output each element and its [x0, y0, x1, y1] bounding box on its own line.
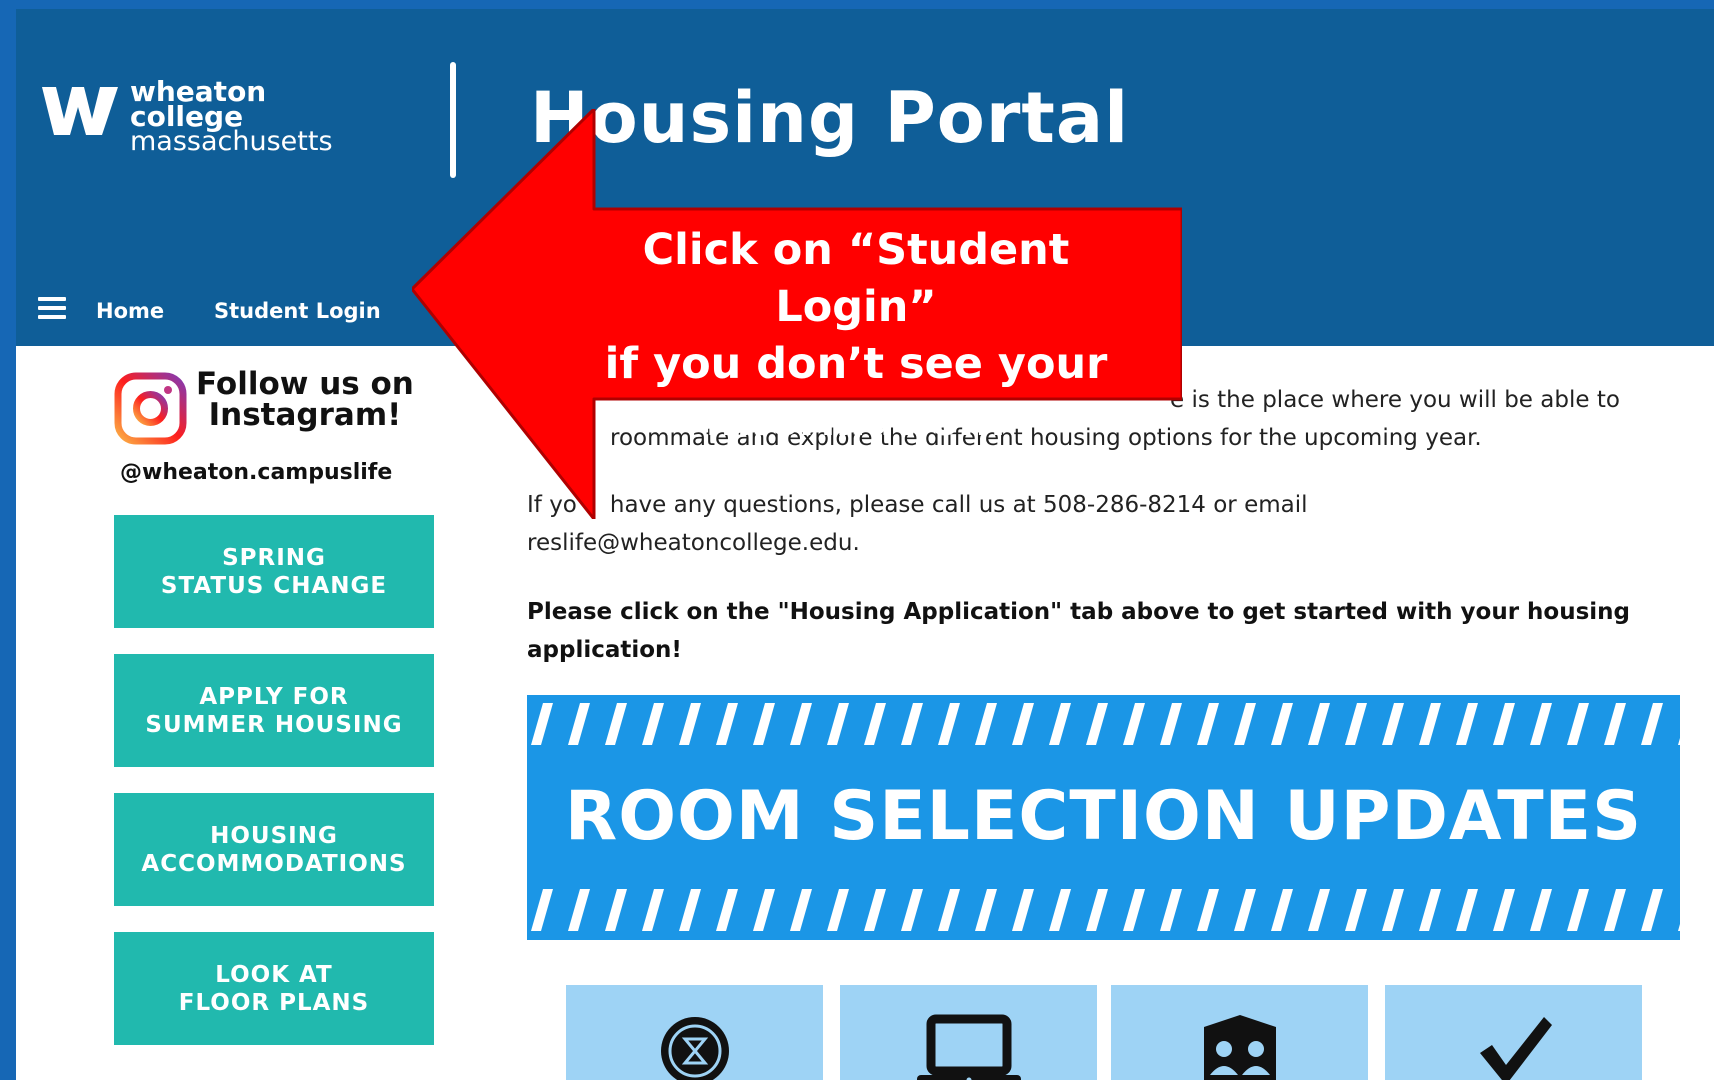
- laptop-icon: [916, 1014, 1021, 1080]
- follow-line-1: Follow us on: [196, 366, 414, 402]
- callout-line-1: Click on “Student Login”: [642, 225, 1070, 332]
- button-label-line: HOUSING: [210, 822, 338, 849]
- housing-accommodations-button[interactable]: HOUSING ACCOMMODATIONS: [114, 793, 434, 906]
- hourglass-icon: [660, 1017, 729, 1080]
- banner-stripes-top: [527, 703, 1680, 745]
- button-label-line: LOOK AT: [215, 961, 333, 988]
- college-logo-text[interactable]: wheaton college massachusetts: [130, 78, 333, 157]
- room-selection-banner[interactable]: ROOM SELECTION UPDATES: [527, 695, 1680, 940]
- instagram-icon[interactable]: [114, 372, 187, 445]
- page-frame: wheaton college massachusetts Housing Po…: [16, 9, 1714, 1080]
- button-label-line: APPLY FOR: [199, 683, 349, 710]
- callout-line-2: if you don’t see your: [604, 339, 1108, 389]
- application-cta: Please click on the "Housing Application…: [527, 599, 1631, 663]
- button-label-line: ACCOMMODATIONS: [141, 850, 407, 877]
- button-label-line: SPRING: [222, 544, 326, 571]
- nav-home-link[interactable]: Home: [96, 299, 164, 323]
- floor-plans-button[interactable]: LOOK AT FLOOR PLANS: [114, 932, 434, 1045]
- roommates-tile[interactable]: [1111, 985, 1368, 1080]
- spring-status-change-button[interactable]: SPRING STATUS CHANGE: [114, 515, 434, 628]
- callout-text: Click on “Student Login” if you don’t se…: [556, 222, 1156, 450]
- follow-line-2: Instagram!: [208, 397, 402, 433]
- checkmark-icon: [1479, 1017, 1552, 1080]
- instagram-follow-text: Follow us on Instagram!: [196, 369, 414, 431]
- button-label-line: SUMMER HOUSING: [145, 711, 403, 738]
- banner-title: ROOM SELECTION UPDATES: [564, 777, 1643, 856]
- contact-email-link[interactable]: reslife@wheatoncollege.edu.: [527, 524, 1687, 562]
- button-label-line: STATUS CHANGE: [160, 572, 388, 599]
- instagram-handle[interactable]: @wheaton.campuslife: [120, 460, 392, 485]
- roommates-icon: [1203, 1015, 1276, 1080]
- nav-student-login-link[interactable]: Student Login: [214, 299, 381, 323]
- wheaton-logo-icon[interactable]: [42, 83, 118, 139]
- logo-line-massachusetts: massachusetts: [130, 126, 333, 157]
- laptop-tile[interactable]: [840, 985, 1097, 1080]
- banner-stripes-bottom: [527, 889, 1680, 931]
- summer-housing-button[interactable]: APPLY FOR SUMMER HOUSING: [114, 654, 434, 767]
- hourglass-tile[interactable]: [566, 985, 823, 1080]
- hamburger-menu-icon[interactable]: [38, 297, 66, 319]
- checkmark-tile[interactable]: [1385, 985, 1642, 1080]
- button-label-line: FLOOR PLANS: [178, 989, 370, 1016]
- callout-line-3: information.: [705, 396, 1007, 446]
